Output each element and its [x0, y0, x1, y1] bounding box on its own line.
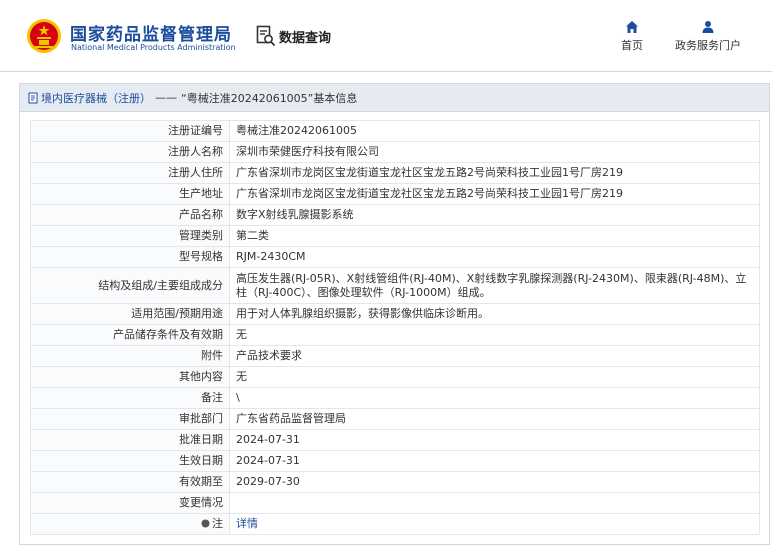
nav-gov-services-label: 政务服务门户 — [675, 39, 741, 52]
table-row: 结构及组成/主要组成成分 高压发生器(RJ-05R)、X射线管组件(RJ-40M)… — [30, 267, 760, 304]
registration-info-table: 注册证编号 粤械注准20242061005 注册人名称 深圳市荣健医疗科技有限公司 注册… — [30, 120, 760, 535]
table-row: 生产地址 广东省深圳市龙岗区宝龙街道宝龙社区宝龙五路2号尚荣科技工业园1号厂房21… — [30, 183, 760, 205]
site-subtitle: National Medical Products Administration — [71, 43, 236, 52]
breadcrumb-current: “粤械注准20242061005”基本信息 — [181, 91, 358, 105]
field-label: 产品储存条件及有效期 — [30, 324, 230, 346]
detail-panel: 境内医疗器械（注册） —— “粤械注准20242061005”基本信息 注册证编… — [19, 83, 770, 545]
field-label-text: 注 — [212, 517, 223, 530]
table-row: 管理类别 第二类 — [30, 225, 760, 247]
field-label: 有效期至 — [30, 471, 230, 493]
field-label: 生效日期 — [30, 450, 230, 472]
breadcrumb: 境内医疗器械（注册） —— “粤械注准20242061005”基本信息 — [20, 84, 769, 112]
table-row: 批准日期 2024-07-31 — [30, 429, 760, 451]
nav-home-label: 首页 — [621, 39, 643, 52]
document-icon — [28, 92, 38, 103]
field-value: 广东省深圳市龙岗区宝龙街道宝龙社区宝龙五路2号尚荣科技工业园1号厂房219 — [229, 162, 760, 184]
breadcrumb-separator: —— — [155, 91, 177, 104]
table-row: 注册证编号 粤械注准20242061005 — [30, 120, 760, 142]
user-icon — [702, 21, 714, 33]
table-row: 备注 \ — [30, 387, 760, 409]
field-value: 深圳市荣健医疗科技有限公司 — [229, 141, 760, 163]
field-label: 审批部门 — [30, 408, 230, 430]
field-value: 用于对人体乳腺组织摄影，获得影像供临床诊断用。 — [229, 303, 760, 325]
table-row: 审批部门 广东省药品监督管理局 — [30, 408, 760, 430]
field-value: 2024-07-31 — [229, 450, 760, 472]
field-label: 附件 — [30, 345, 230, 367]
field-value: 无 — [229, 366, 760, 388]
field-value: 广东省深圳市龙岗区宝龙街道宝龙社区宝龙五路2号尚荣科技工业园1号厂房219 — [229, 183, 760, 205]
field-label: 注册人住所 — [30, 162, 230, 184]
table-row: 型号规格 RJM-2430CM — [30, 246, 760, 268]
table-row: 注册人名称 深圳市荣健医疗科技有限公司 — [30, 141, 760, 163]
field-value: 数字X射线乳腺摄影系统 — [229, 204, 760, 226]
field-value: 第二类 — [229, 225, 760, 247]
field-value: 粤械注准20242061005 — [229, 120, 760, 142]
table-row: 生效日期 2024-07-31 — [30, 450, 760, 472]
table-row: 附件 产品技术要求 — [30, 345, 760, 367]
details-link[interactable]: 详情 — [229, 513, 760, 535]
field-label: 备注 — [30, 387, 230, 409]
field-value — [229, 492, 760, 514]
field-value: 2029-07-30 — [229, 471, 760, 493]
site-title: 国家药品监督管理局 — [70, 25, 232, 45]
site-header: 国家药品监督管理局 National Medical Products Admi… — [0, 0, 772, 72]
field-value: 高压发生器(RJ-05R)、X射线管组件(RJ-40M)、X射线数字乳腺探测器(… — [229, 267, 760, 304]
info-icon — [201, 519, 210, 528]
field-label: 注册人名称 — [30, 141, 230, 163]
field-value: 广东省药品监督管理局 — [229, 408, 760, 430]
field-label: 产品名称 — [30, 204, 230, 226]
field-value: 无 — [229, 324, 760, 346]
field-value: RJM-2430CM — [229, 246, 760, 268]
national-emblem-icon — [27, 19, 61, 53]
field-value: 2024-07-31 — [229, 429, 760, 451]
breadcrumb-category-link[interactable]: 境内医疗器械（注册） — [41, 90, 151, 106]
table-row: 适用范围/预期用途 用于对人体乳腺组织摄影，获得影像供临床诊断用。 — [30, 303, 760, 325]
field-label: 注 — [30, 513, 230, 535]
table-row: 注详情 — [30, 513, 760, 535]
field-label: 生产地址 — [30, 183, 230, 205]
home-icon — [626, 21, 638, 33]
nav-gov-services[interactable]: 政务服务门户 — [668, 20, 748, 53]
data-query-link[interactable]: 数据查询 — [256, 24, 331, 48]
table-row: 变更情况 — [30, 492, 760, 514]
field-value: 产品技术要求 — [229, 345, 760, 367]
table-row: 注册人住所 广东省深圳市龙岗区宝龙街道宝龙社区宝龙五路2号尚荣科技工业园1号厂房2… — [30, 162, 760, 184]
field-label: 适用范围/预期用途 — [30, 303, 230, 325]
data-query-label: 数据查询 — [279, 30, 332, 46]
field-label: 批准日期 — [30, 429, 230, 451]
field-label: 注册证编号 — [30, 120, 230, 142]
field-value: \ — [229, 387, 760, 409]
field-label: 型号规格 — [30, 246, 230, 268]
field-label: 变更情况 — [30, 492, 230, 514]
field-label: 结构及组成/主要组成成分 — [30, 267, 230, 304]
nav-home[interactable]: 首页 — [616, 20, 648, 53]
table-row: 其他内容无 — [30, 366, 760, 388]
field-label: 管理类别 — [30, 225, 230, 247]
field-label: 其他内容 — [30, 366, 230, 388]
table-row: 产品储存条件及有效期无 — [30, 324, 760, 346]
document-search-icon — [256, 25, 276, 47]
table-row: 有效期至 2029-07-30 — [30, 471, 760, 493]
table-row: 产品名称 数字X射线乳腺摄影系统 — [30, 204, 760, 226]
